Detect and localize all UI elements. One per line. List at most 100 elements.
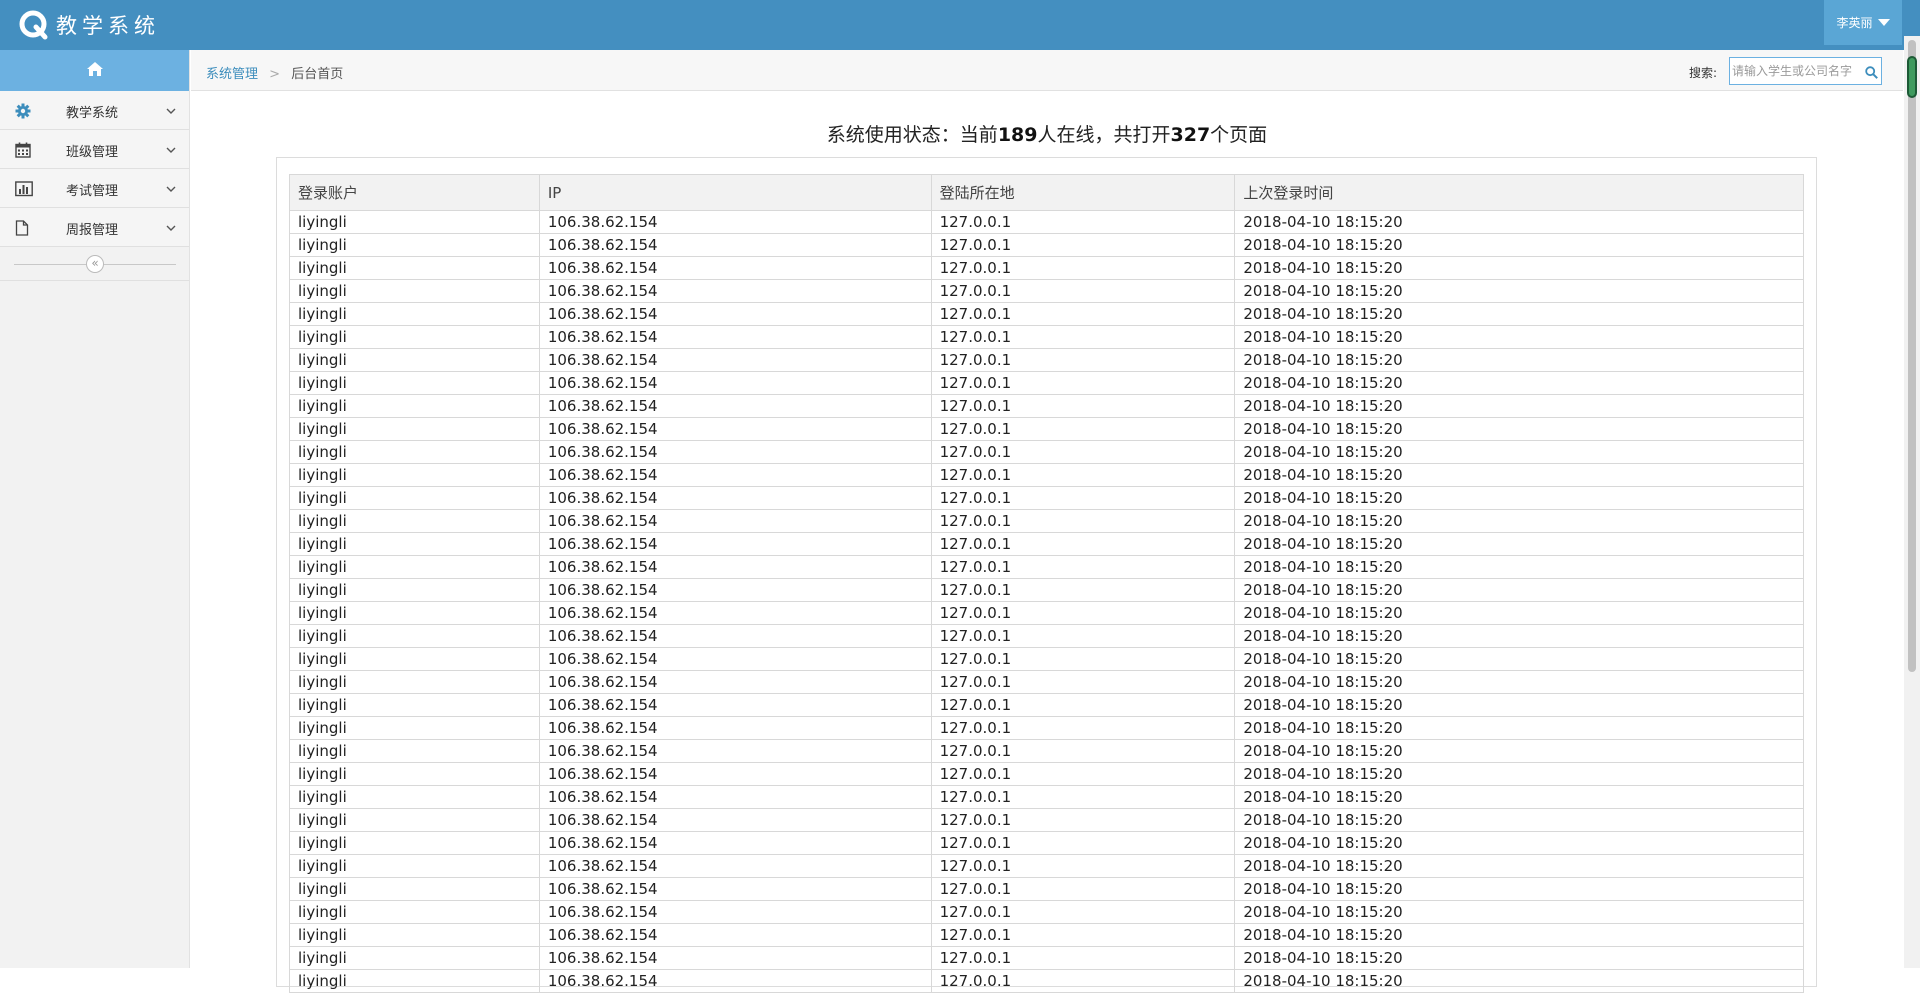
cell-last-login: 2018-04-10 18:15:20 — [1234, 762, 1804, 786]
table-row: liyingli 106.38.62.154 127.0.0.1 2018-04-10… — [289, 394, 1804, 418]
sidebar-item-teaching-system[interactable]: 教学系统 — [0, 91, 189, 130]
cell-account: liyingli — [289, 210, 540, 234]
cell-location: 127.0.0.1 — [930, 923, 1236, 947]
sidebar-item-weekly-report[interactable]: 周报管理 — [0, 208, 189, 247]
brand[interactable]: 教学系统 — [18, 0, 160, 50]
table-row: liyingli 106.38.62.154 127.0.0.1 2018-04-10… — [289, 348, 1804, 372]
cell-account: liyingli — [289, 440, 540, 464]
collapse-sidebar-button[interactable]: « — [86, 255, 104, 273]
sidebar-item-exam-management[interactable]: 考试管理 — [0, 169, 189, 208]
cell-account: liyingli — [289, 716, 540, 740]
table-row: liyingli 106.38.62.154 127.0.0.1 2018-04-10… — [289, 946, 1804, 970]
home-icon — [86, 61, 103, 80]
table-row: liyingli 106.38.62.154 127.0.0.1 2018-04-10… — [289, 854, 1804, 878]
breadcrumb-link-system-management[interactable]: 系统管理 — [206, 67, 258, 82]
app-title: 教学系统 — [56, 14, 160, 38]
cell-account: liyingli — [289, 325, 540, 349]
table-row: liyingli 106.38.62.154 127.0.0.1 2018-04-10… — [289, 210, 1804, 234]
chevron-down-icon — [166, 222, 176, 232]
page-count: 327 — [1170, 124, 1211, 146]
cell-account: liyingli — [289, 302, 540, 326]
search-input[interactable] — [1730, 58, 1856, 84]
sidebar: 教学系统 班级管理 考试管理 周报管理 « — [0, 50, 190, 968]
logo-icon — [18, 9, 50, 41]
cell-location: 127.0.0.1 — [930, 394, 1236, 418]
cell-ip: 106.38.62.154 — [538, 348, 932, 372]
cell-location: 127.0.0.1 — [930, 463, 1236, 487]
search-icon[interactable] — [1865, 64, 1878, 79]
scrollbar-thumb[interactable] — [1908, 40, 1916, 672]
cell-location: 127.0.0.1 — [930, 831, 1236, 855]
chevron-down-icon — [166, 144, 176, 154]
cell-location: 127.0.0.1 — [930, 808, 1236, 832]
sidebar-item-label: 周报管理 — [66, 223, 119, 238]
user-menu[interactable]: 李英丽 — [1824, 0, 1902, 45]
cell-last-login: 2018-04-10 18:15:20 — [1234, 233, 1804, 257]
cell-account: liyingli — [289, 256, 540, 280]
cell-last-login: 2018-04-10 18:15:20 — [1234, 831, 1804, 855]
cell-ip: 106.38.62.154 — [538, 969, 932, 993]
cell-last-login: 2018-04-10 18:15:20 — [1234, 256, 1804, 280]
sidebar-item-class-management[interactable]: 班级管理 — [0, 130, 189, 169]
table-row: liyingli 106.38.62.154 127.0.0.1 2018-04-10… — [289, 440, 1804, 464]
sidebar-home-button[interactable] — [0, 50, 189, 91]
cell-location: 127.0.0.1 — [930, 233, 1236, 257]
status-middle: 人在线，共打开 — [1037, 124, 1171, 146]
cell-last-login: 2018-04-10 18:15:20 — [1234, 877, 1804, 901]
cell-account: liyingli — [289, 486, 540, 510]
breadcrumb-separator: > — [269, 67, 281, 82]
bar-chart-icon — [15, 181, 33, 197]
cell-account: liyingli — [289, 394, 540, 418]
column-header-location: 登陆所在地 — [930, 174, 1236, 211]
table-row: liyingli 106.38.62.154 127.0.0.1 2018-04-10… — [289, 463, 1804, 487]
table-row: liyingli 106.38.62.154 127.0.0.1 2018-04-10… — [289, 808, 1804, 832]
cell-ip: 106.38.62.154 — [538, 532, 932, 556]
cell-location: 127.0.0.1 — [930, 854, 1236, 878]
table-row: liyingli 106.38.62.154 127.0.0.1 2018-04-10… — [289, 325, 1804, 349]
cell-account: liyingli — [289, 601, 540, 625]
table-row: liyingli 106.38.62.154 127.0.0.1 2018-04-10… — [289, 762, 1804, 786]
cell-ip: 106.38.62.154 — [538, 693, 932, 717]
table-row: liyingli 106.38.62.154 127.0.0.1 2018-04-10… — [289, 233, 1804, 257]
cell-location: 127.0.0.1 — [930, 256, 1236, 280]
cell-location: 127.0.0.1 — [930, 969, 1236, 993]
breadcrumb-bar: 系统管理 > 后台首页 搜索: — [191, 50, 1903, 91]
cell-last-login: 2018-04-10 18:15:20 — [1234, 486, 1804, 510]
caret-down-icon — [1877, 19, 1890, 26]
cell-last-login: 2018-04-10 18:15:20 — [1234, 716, 1804, 740]
cell-last-login: 2018-04-10 18:15:20 — [1234, 555, 1804, 579]
cell-account: liyingli — [289, 923, 540, 947]
cell-ip: 106.38.62.154 — [538, 440, 932, 464]
page-scrollbar[interactable] — [1904, 36, 1920, 968]
table-row: liyingli 106.38.62.154 127.0.0.1 2018-04-10… — [289, 831, 1804, 855]
cell-location: 127.0.0.1 — [930, 762, 1236, 786]
table-row: liyingli 106.38.62.154 127.0.0.1 2018-04-10… — [289, 647, 1804, 671]
sidebar-item-label: 考试管理 — [66, 184, 119, 199]
table-row: liyingli 106.38.62.154 127.0.0.1 2018-04-10… — [289, 256, 1804, 280]
cell-last-login: 2018-04-10 18:15:20 — [1234, 509, 1804, 533]
column-header-last-login: 上次登录时间 — [1234, 174, 1804, 211]
cell-location: 127.0.0.1 — [930, 716, 1236, 740]
cell-last-login: 2018-04-10 18:15:20 — [1234, 739, 1804, 763]
table-row: liyingli 106.38.62.154 127.0.0.1 2018-04-10… — [289, 371, 1804, 395]
cell-ip: 106.38.62.154 — [538, 946, 932, 970]
table-row: liyingli 106.38.62.154 127.0.0.1 2018-04-10… — [289, 624, 1804, 648]
cell-last-login: 2018-04-10 18:15:20 — [1234, 532, 1804, 556]
table-row: liyingli 106.38.62.154 127.0.0.1 2018-04-10… — [289, 532, 1804, 556]
cell-account: liyingli — [289, 532, 540, 556]
table-row: liyingli 106.38.62.154 127.0.0.1 2018-04-10… — [289, 279, 1804, 303]
cell-ip: 106.38.62.154 — [538, 670, 932, 694]
cell-last-login: 2018-04-10 18:15:20 — [1234, 417, 1804, 441]
cell-location: 127.0.0.1 — [930, 325, 1236, 349]
cell-location: 127.0.0.1 — [930, 371, 1236, 395]
cell-ip: 106.38.62.154 — [538, 877, 932, 901]
cell-ip: 106.38.62.154 — [538, 371, 932, 395]
table-row: liyingli 106.38.62.154 127.0.0.1 2018-04-10… — [289, 486, 1804, 510]
cell-ip: 106.38.62.154 — [538, 785, 932, 809]
cell-location: 127.0.0.1 — [930, 946, 1236, 970]
cell-location: 127.0.0.1 — [930, 210, 1236, 234]
cell-account: liyingli — [289, 624, 540, 648]
cell-location: 127.0.0.1 — [930, 417, 1236, 441]
cell-ip: 106.38.62.154 — [538, 923, 932, 947]
cell-account: liyingli — [289, 693, 540, 717]
